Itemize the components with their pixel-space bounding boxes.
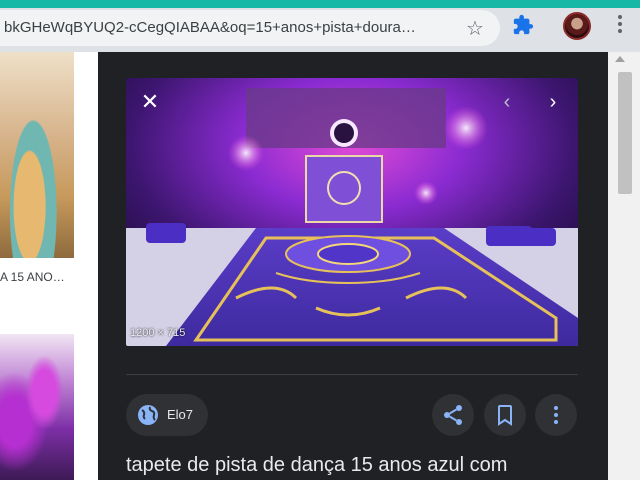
results-column: A 15 ANO… — [0, 52, 98, 480]
share-icon — [444, 405, 462, 425]
image-dimensions: 1200 × 715 — [130, 327, 186, 339]
kebab-menu-icon[interactable] — [610, 12, 630, 38]
scrollbar[interactable] — [608, 52, 640, 480]
star-icon[interactable]: ☆ — [466, 16, 484, 41]
more-vert-icon — [554, 406, 558, 424]
result-caption[interactable]: A 15 ANO… — [0, 270, 65, 284]
bookmark-icon — [498, 405, 512, 426]
url-text[interactable]: bkGHeWqBYUQ2-cCegQIABAA&oq=15+anos+pista… — [4, 19, 449, 36]
result-thumbnail[interactable] — [0, 334, 74, 480]
divider — [126, 374, 578, 375]
address-bar[interactable]: bkGHeWqBYUQ2-cCegQIABAA&oq=15+anos+pista… — [0, 10, 500, 46]
preview-image[interactable] — [126, 78, 578, 346]
dance-floor-image — [126, 78, 578, 346]
more-options-button[interactable] — [535, 394, 577, 436]
browser-toolbar: bkGHeWqBYUQ2-cCegQIABAA&oq=15+anos+pista… — [0, 0, 640, 52]
puzzle-icon[interactable] — [512, 14, 534, 36]
image-title-link[interactable]: tapete de pista de dança 15 anos azul co… — [126, 454, 507, 477]
profile-avatar[interactable] — [563, 12, 591, 40]
source-name: Elo7 — [167, 407, 194, 422]
scroll-thumb[interactable] — [618, 72, 632, 194]
share-button[interactable] — [432, 394, 474, 436]
chevron-left-icon[interactable]: ‹ — [494, 88, 520, 116]
globe-icon — [138, 405, 158, 425]
scroll-up-arrow[interactable] — [615, 56, 625, 62]
tab-strip — [0, 0, 640, 8]
save-button[interactable] — [484, 394, 526, 436]
chevron-right-icon[interactable]: › — [540, 88, 566, 116]
close-icon[interactable]: ✕ — [136, 88, 164, 116]
source-chip[interactable]: Elo7 — [126, 394, 208, 436]
result-thumbnail[interactable] — [0, 52, 74, 258]
